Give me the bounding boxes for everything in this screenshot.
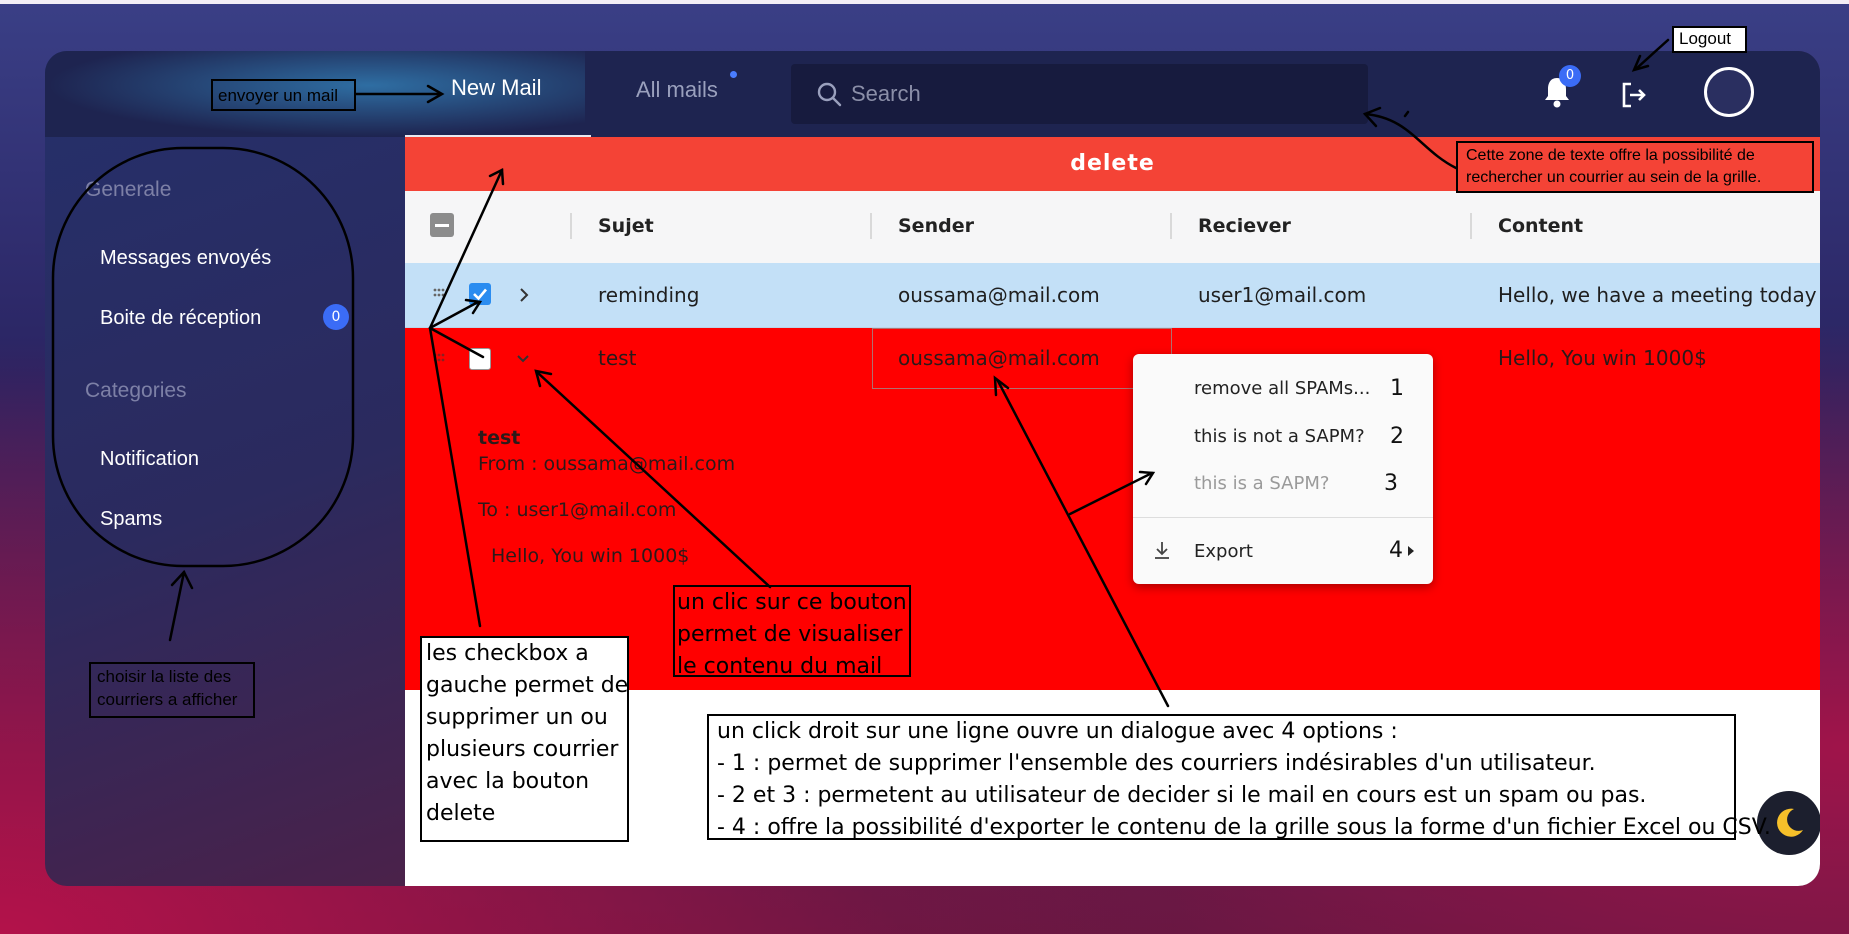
annotation-strokes — [51, 38, 1670, 708]
annotation-arrow — [428, 326, 482, 628]
annotation-sidebar-ellipse — [51, 146, 355, 568]
annotation-arrow — [428, 326, 485, 359]
annotation-arrow — [428, 168, 504, 330]
annotation-arrow — [168, 570, 186, 642]
annotation-arrow — [1068, 471, 1154, 516]
annotation-arrow — [1363, 112, 1458, 170]
annotation-arrow — [1635, 38, 1670, 70]
annotation-arrow — [996, 379, 1170, 708]
annotation-arrow — [1403, 110, 1410, 118]
annotation-arrow — [536, 371, 772, 589]
